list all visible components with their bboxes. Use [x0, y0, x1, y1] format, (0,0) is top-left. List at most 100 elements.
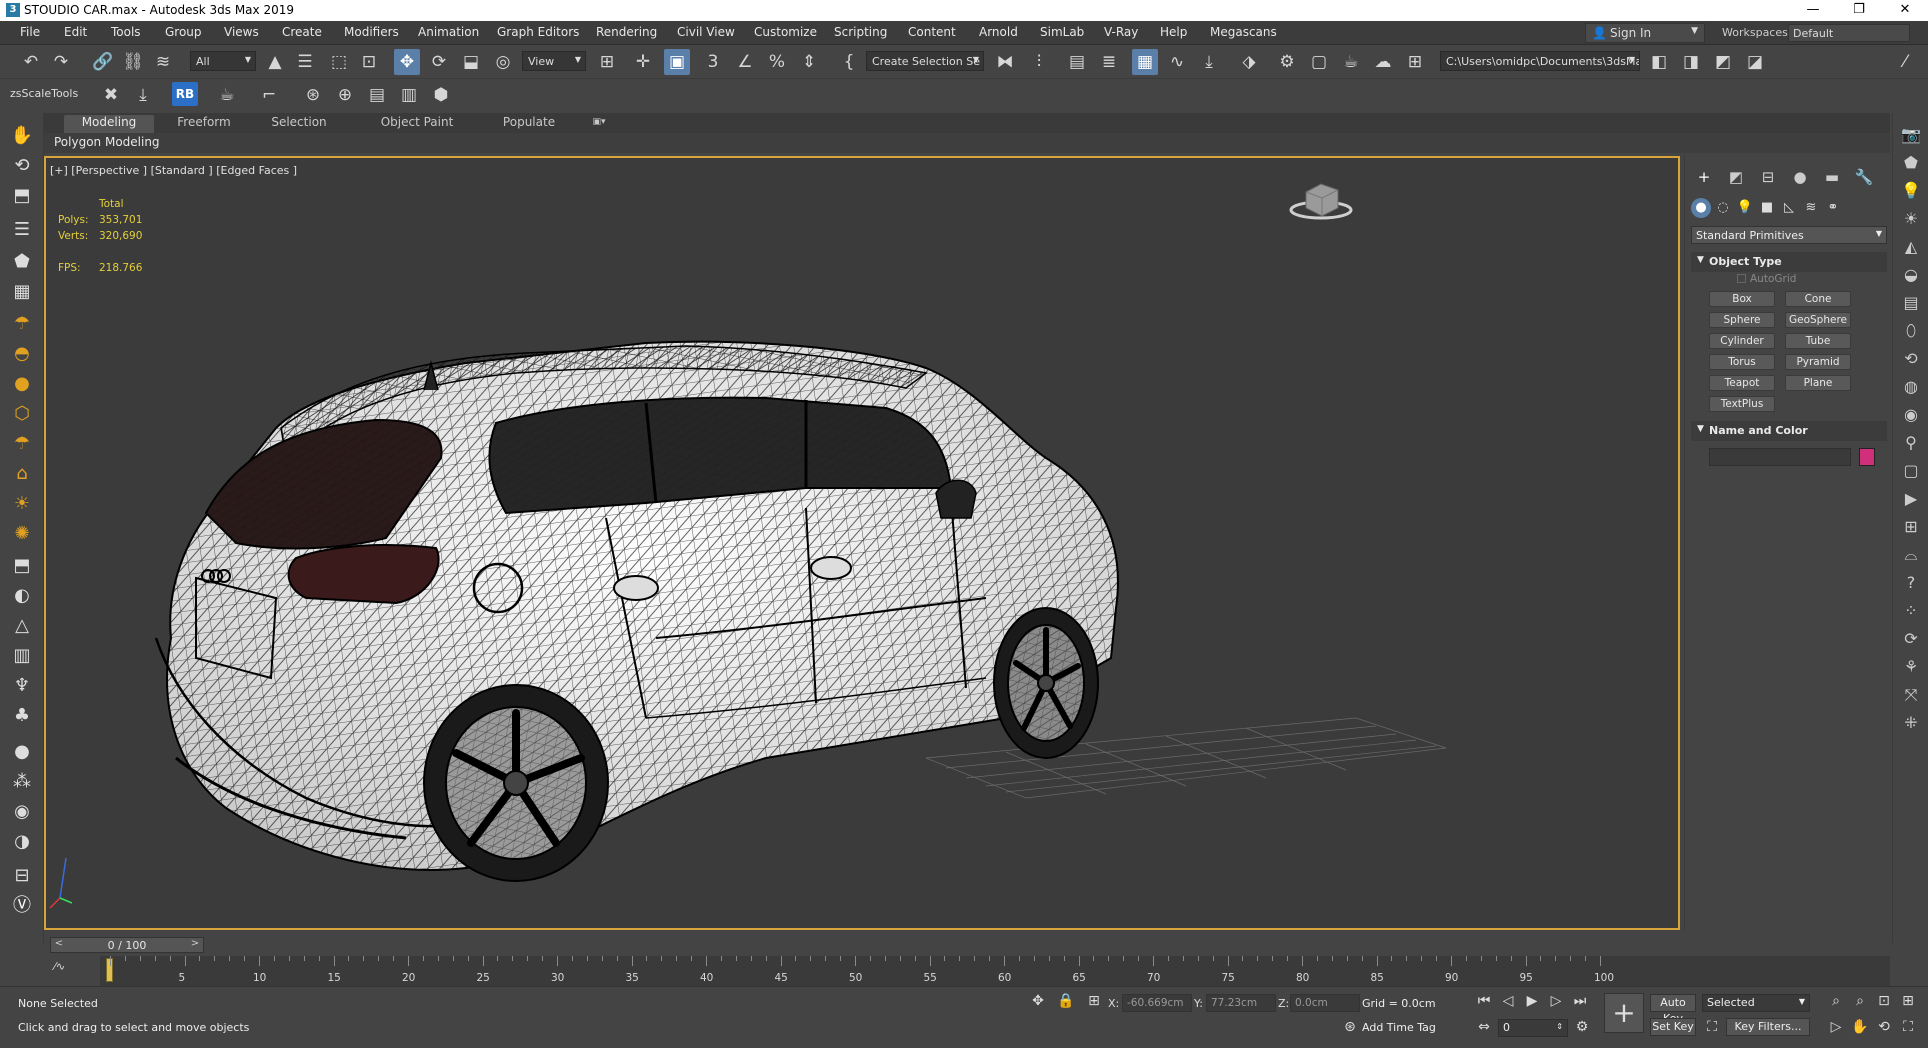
- lock-selection-icon[interactable]: 🔒: [1056, 993, 1076, 1009]
- sign-in-button[interactable]: 👤 Sign In ▼: [1585, 23, 1705, 43]
- time-tag-icon[interactable]: ⊛: [1340, 1019, 1360, 1035]
- panel-icon[interactable]: ▤: [1899, 291, 1923, 315]
- hat-icon[interactable]: ⌓: [1899, 543, 1923, 567]
- play-panel-icon[interactable]: ▶: [1899, 487, 1923, 511]
- placement-icon[interactable]: ◎: [490, 49, 516, 75]
- menu-views[interactable]: Views: [224, 25, 259, 39]
- torus-button[interactable]: Torus: [1709, 354, 1775, 370]
- time-slider[interactable]: < 0 / 100 >: [50, 937, 204, 953]
- go-to-start-icon[interactable]: ⏮: [1474, 993, 1494, 1009]
- pan-view-icon[interactable]: ✋: [1850, 1019, 1870, 1035]
- import-icon[interactable]: ⤓: [130, 82, 156, 108]
- vray-render-icon[interactable]: ⊛: [300, 82, 326, 108]
- zoom-extents-icon[interactable]: ⊡: [1874, 993, 1894, 1009]
- tube-button[interactable]: Tube: [1785, 333, 1851, 349]
- y-coordinate-field[interactable]: 77.23cm: [1206, 994, 1276, 1012]
- cube-icon[interactable]: ⬒: [9, 553, 35, 579]
- teapot-icon[interactable]: ☕: [214, 82, 240, 108]
- menu-tools[interactable]: Tools: [111, 25, 141, 39]
- dots-icon[interactable]: ⁘: [1899, 599, 1923, 623]
- absolute-mode-icon[interactable]: ⊞: [1084, 993, 1104, 1009]
- go-to-end-icon[interactable]: ⏭: [1570, 993, 1590, 1009]
- box-button[interactable]: Box: [1709, 291, 1775, 307]
- orbit-view-icon[interactable]: ⟲: [1874, 1019, 1894, 1035]
- camera-icon[interactable]: ⬟: [9, 249, 35, 275]
- lights-icon[interactable]: 💡: [1735, 198, 1755, 218]
- sun-icon[interactable]: ☀: [9, 491, 35, 517]
- zoom-all-icon[interactable]: ⌕: [1850, 993, 1870, 1009]
- pyramid-icon[interactable]: △: [9, 613, 35, 639]
- walk-icon[interactable]: ⚘: [1899, 655, 1923, 679]
- ref-coord-dropdown[interactable]: View ▼: [522, 51, 586, 71]
- maximize-button[interactable]: ❐: [1836, 0, 1882, 21]
- tree-icon[interactable]: ♣: [9, 703, 35, 729]
- vray-cloud-icon[interactable]: ⬢: [428, 82, 454, 108]
- box-icon[interactable]: ⬒: [9, 183, 35, 209]
- project-path-dropdown[interactable]: C:\Users\omidpc\Documents\3dsMax ▼: [1440, 51, 1640, 71]
- redo-icon[interactable]: ↷: [48, 49, 74, 75]
- hair-icon[interactable]: ♆: [9, 673, 35, 699]
- sky-icon[interactable]: ✺: [9, 521, 35, 547]
- vray-logo-icon[interactable]: Ⓥ: [9, 893, 35, 919]
- toggle-layer-explorer-icon[interactable]: ≣: [1096, 49, 1122, 75]
- cylinder-icon[interactable]: ◐: [9, 583, 35, 609]
- systems-icon[interactable]: ⚭: [1823, 198, 1843, 218]
- menu-animation[interactable]: Animation: [418, 25, 479, 39]
- isolate-icon[interactable]: ✥: [1028, 993, 1048, 1009]
- next-frame-icon[interactable]: ▷: [1546, 993, 1566, 1009]
- display-tab-icon[interactable]: ▬: [1821, 166, 1843, 188]
- snaps-toggle-icon[interactable]: 3: [700, 49, 726, 75]
- orbit-icon[interactable]: ⟲: [9, 153, 35, 179]
- building-icon[interactable]: ▥: [9, 643, 35, 669]
- vray-frame-icon[interactable]: ⊟: [9, 863, 35, 889]
- cone-button[interactable]: Cone: [1785, 291, 1851, 307]
- vray-interactive-icon[interactable]: ⊕: [332, 82, 358, 108]
- primitive-category-dropdown[interactable]: Standard Primitives ▼: [1691, 226, 1887, 244]
- project-folder-icon[interactable]: ◧: [1646, 49, 1672, 75]
- polygon-modeling-label[interactable]: Polygon Modeling: [54, 135, 160, 149]
- percent-snap-icon[interactable]: %: [764, 49, 790, 75]
- scale-tool-icon[interactable]: ✖: [98, 82, 124, 108]
- rendered-frame-window-icon[interactable]: ▢: [1306, 49, 1332, 75]
- key-filters-button[interactable]: Key Filters...: [1726, 1018, 1810, 1036]
- rotate-view-icon[interactable]: ⟲: [1899, 347, 1923, 371]
- zoom-icon[interactable]: ⌕: [1826, 993, 1846, 1009]
- key-filter-icon[interactable]: ⛶: [1702, 1019, 1722, 1035]
- object-name-input[interactable]: [1709, 448, 1851, 466]
- cameras-icon[interactable]: ■: [1757, 198, 1777, 218]
- move-icon[interactable]: ✥: [394, 49, 420, 75]
- mirror-icon[interactable]: ⧓: [992, 49, 1018, 75]
- spot-icon[interactable]: ☂: [9, 431, 35, 457]
- material-map-icon[interactable]: ◑: [9, 829, 35, 855]
- material-ball-icon[interactable]: ◉: [9, 799, 35, 825]
- tab-modeling[interactable]: Modeling: [64, 115, 154, 133]
- workspace-dropdown[interactable]: Default: [1788, 24, 1910, 42]
- sphere-light-icon[interactable]: ●: [9, 371, 35, 397]
- object-color-swatch[interactable]: [1859, 448, 1875, 466]
- bell-icon[interactable]: ⌂: [9, 461, 35, 487]
- camera-target-icon[interactable]: ⬟: [1899, 151, 1923, 175]
- minimize-button[interactable]: —: [1790, 0, 1836, 21]
- menu-group[interactable]: Group: [165, 25, 202, 39]
- rect-selection-icon[interactable]: ⬚: [326, 49, 352, 75]
- modify-tab-icon[interactable]: ◩: [1725, 166, 1747, 188]
- current-frame-field[interactable]: 0 ⇕: [1498, 1019, 1568, 1037]
- named-selection-dropdown[interactable]: Create Selection Se ▼: [866, 51, 984, 71]
- menu-simlab[interactable]: SimLab: [1040, 25, 1084, 39]
- frame-icon[interactable]: ▢: [1899, 459, 1923, 483]
- vray-file-icon[interactable]: ▤: [364, 82, 390, 108]
- zoom-region-icon[interactable]: ⊞: [1899, 515, 1923, 539]
- autogrid-checkbox[interactable]: AutoGrid: [1737, 273, 1796, 285]
- render-cloud-icon[interactable]: ☁: [1370, 49, 1396, 75]
- pivot-center-icon[interactable]: ⊞: [594, 49, 620, 75]
- grid-icon[interactable]: ▦: [9, 279, 35, 305]
- rb-button[interactable]: RB: [172, 82, 198, 106]
- select-by-name-icon[interactable]: ☰: [292, 49, 318, 75]
- field-of-view-icon[interactable]: ▷: [1826, 1019, 1846, 1035]
- layer-icon[interactable]: ◨: [1678, 49, 1704, 75]
- time-config-icon[interactable]: ⇔: [1474, 1019, 1494, 1035]
- utilities-tab-icon[interactable]: 🔧: [1853, 166, 1875, 188]
- rotate-icon[interactable]: ⟳: [426, 49, 452, 75]
- z-coordinate-field[interactable]: 0.0cm: [1290, 994, 1360, 1012]
- select-manipulate-icon[interactable]: ✛: [630, 49, 656, 75]
